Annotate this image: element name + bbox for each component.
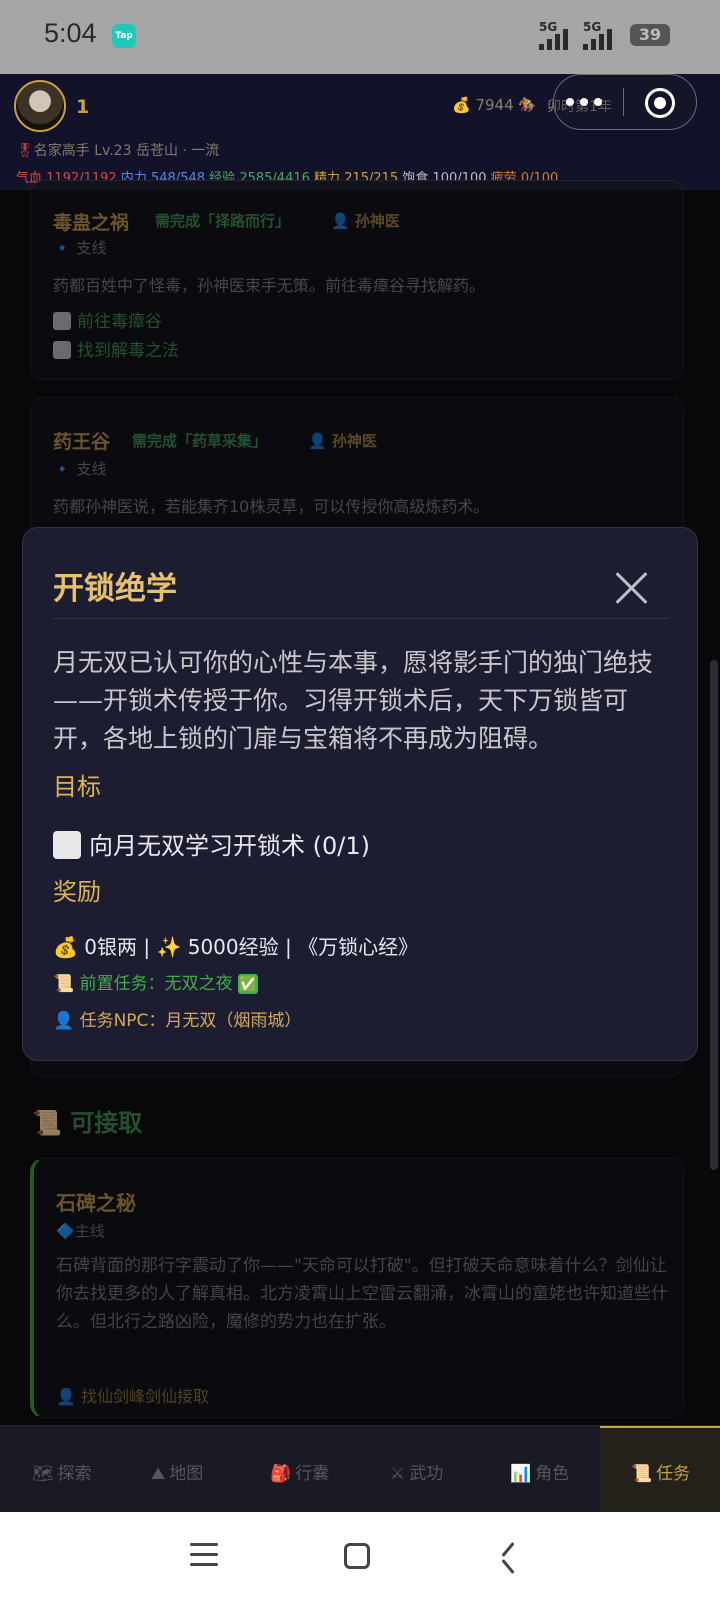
- modal-npc: 👤 任务NPC：月无双（烟雨城）: [53, 1011, 302, 1031]
- clock: 5:04: [44, 18, 97, 48]
- coin-icon: 💰: [53, 935, 78, 959]
- swords-icon: ⚔: [390, 1464, 406, 1484]
- modal-rewards: 💰 0银两 | ✨ 5000经验 | 《万锁心经》: [53, 935, 419, 959]
- chart-icon: 📊: [510, 1464, 532, 1484]
- map-icon: 🗺: [32, 1464, 54, 1484]
- checkmark-icon: ✅: [237, 974, 258, 994]
- player-avatar[interactable]: [14, 80, 66, 132]
- recent-apps-icon[interactable]: [190, 1543, 218, 1567]
- checkbox-icon: [53, 831, 81, 859]
- reward-heading: 奖励: [53, 878, 101, 906]
- close-miniapp-icon[interactable]: [645, 88, 675, 118]
- close-icon[interactable]: [610, 566, 654, 610]
- back-icon[interactable]: [504, 1543, 524, 1569]
- medal-icon: 🎖: [16, 143, 34, 159]
- scroll-icon: 📜: [631, 1464, 653, 1484]
- tab-map[interactable]: ⛰ 地图: [151, 1459, 203, 1484]
- capsule-divider: [623, 88, 624, 116]
- modal-title: 开锁绝学: [53, 571, 177, 607]
- modal-prerequisite: 📜 前置任务：无双之夜 ✅: [53, 974, 258, 994]
- tab-explore[interactable]: 🗺 探索: [32, 1459, 92, 1484]
- more-options-icon[interactable]: [566, 92, 606, 112]
- battery-icon: 39: [630, 24, 670, 46]
- signal-1-icon: 5G: [539, 20, 575, 50]
- coin-icon: 💰: [452, 96, 471, 114]
- backpack-icon: 🎒: [270, 1464, 292, 1484]
- status-bar: 5:04 Tap 5G 5G 39: [0, 0, 720, 74]
- money-display: 💰 7944 🏇: [452, 96, 538, 114]
- tab-quests[interactable]: 📜 任务: [631, 1459, 690, 1484]
- objective-heading: 目标: [53, 773, 101, 801]
- sparkle-icon: ✨: [156, 935, 182, 959]
- person-icon: 👤: [53, 1011, 75, 1031]
- signal-2-icon: 5G: [583, 20, 619, 50]
- tab-skills[interactable]: ⚔ 武功: [390, 1459, 443, 1484]
- home-icon[interactable]: [344, 1543, 370, 1569]
- modal-description: 月无双已认可你的心性与本事，愿将影手门的独门绝技——开锁术传授于你。习得开锁术后…: [53, 648, 654, 753]
- tab-character[interactable]: 📊 角色: [510, 1459, 569, 1484]
- scrollbar[interactable]: [710, 660, 718, 1170]
- divider: [53, 618, 669, 619]
- tab-inventory[interactable]: 🎒 行囊: [270, 1459, 329, 1484]
- player-number: 1: [76, 96, 90, 118]
- modal-objective: 向月无双学习开锁术 (0/1): [53, 826, 370, 861]
- mountain-icon: ⛰: [151, 1464, 166, 1484]
- scroll-icon: 📜: [53, 974, 75, 994]
- rank-line: 🎖名家高手 Lv.23 岳苍山 · 一流: [16, 143, 220, 159]
- taptap-app-icon: Tap: [112, 24, 136, 48]
